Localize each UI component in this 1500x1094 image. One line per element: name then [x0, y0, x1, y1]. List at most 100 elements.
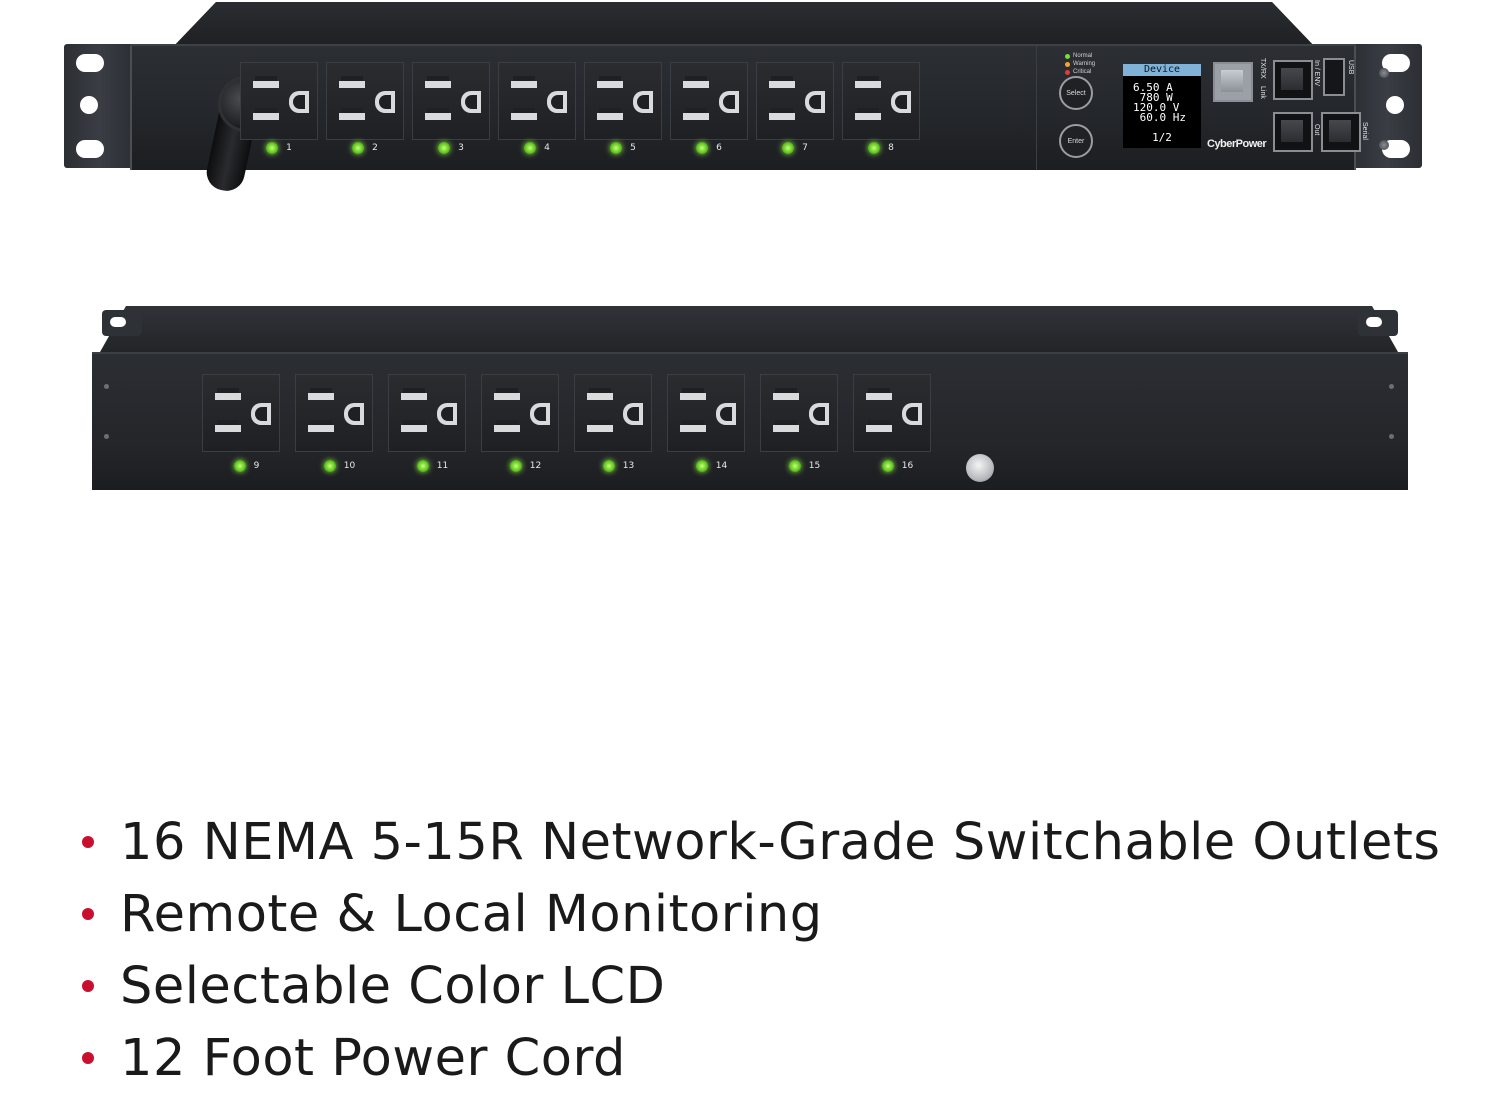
pdu-front-view: 1 2 3 4 5 6 7 8 Normal Warning Critical Select …	[64, 2, 1422, 195]
rack-tab-left	[102, 310, 142, 336]
rear-outlet-row	[202, 374, 931, 452]
serial-label: Serial	[1361, 122, 1368, 140]
outlet-slot	[623, 403, 643, 425]
outlet-led: 10	[293, 460, 386, 472]
outlet-led: 5	[580, 142, 666, 154]
lcd-header: Device	[1123, 64, 1201, 76]
link-label: Link	[1259, 86, 1266, 99]
mount-hole	[80, 96, 98, 114]
chassis-top	[100, 306, 1398, 352]
feature-item: Selectable Color LCD	[82, 950, 1440, 1022]
outlet-slot	[253, 108, 279, 120]
outlet-slot	[680, 388, 706, 400]
lcd-frequency: 60.0 Hz	[1133, 111, 1186, 124]
txrx-label: TX/RX	[1259, 58, 1266, 79]
outlet-number: 1	[286, 143, 292, 153]
bullet-icon	[82, 980, 94, 992]
faceplate-edge	[130, 46, 132, 170]
env-in-port[interactable]	[1273, 60, 1313, 100]
outlet-number: 7	[802, 143, 808, 153]
screw-dot	[104, 384, 109, 389]
outlet-slot	[425, 76, 451, 88]
outlet-slot	[769, 76, 795, 88]
bullet-icon	[82, 1052, 94, 1064]
outlet-receptacle	[760, 374, 838, 452]
outlet-receptacle	[842, 62, 920, 140]
outlet-number: 3	[458, 143, 464, 153]
outlet-slot	[215, 420, 241, 432]
outlet-slot	[587, 388, 613, 400]
outlet-number: 5	[630, 143, 636, 153]
screw-dot	[1389, 434, 1394, 439]
outlet-slot	[902, 403, 922, 425]
status-led-icon	[868, 142, 881, 154]
outlet-slot	[866, 420, 892, 432]
outlet-slot	[401, 388, 427, 400]
out-port[interactable]	[1273, 112, 1313, 152]
outlet-slot	[597, 76, 623, 88]
outlet-slot	[530, 403, 550, 425]
pdu-rear-view: 9 10 11 12 13 14 15 16	[92, 306, 1408, 492]
feature-text: 16 NEMA 5-15R Network-Grade Switchable O…	[120, 812, 1441, 872]
outlet-slot	[401, 420, 427, 432]
status-critical-label: Critical	[1073, 69, 1092, 75]
outlet-receptacle	[481, 374, 559, 452]
status-normal-label: Normal	[1073, 53, 1093, 59]
status-led-icon	[610, 142, 623, 154]
status-legend: Normal Warning Critical	[1065, 52, 1095, 76]
outlet-slot	[339, 108, 365, 120]
outlet-slot	[215, 388, 241, 400]
outlet-slot	[866, 388, 892, 400]
outlet-number: 4	[544, 143, 550, 153]
outlet-slot	[547, 91, 567, 113]
feature-text: 12 Foot Power Cord	[120, 1028, 626, 1088]
outlet-receptacle	[388, 374, 466, 452]
serial-port[interactable]	[1321, 112, 1361, 152]
outlet-slot	[289, 91, 309, 113]
mount-hole	[76, 140, 104, 158]
status-led-icon	[509, 460, 522, 472]
outlet-number: 9	[253, 461, 260, 471]
outlet-slot	[683, 76, 709, 88]
usb-port[interactable]	[1323, 58, 1345, 96]
outlet-slot	[375, 91, 395, 113]
outlet-receptacle	[574, 374, 652, 452]
outlet-number: 10	[343, 461, 356, 471]
outlet-number: 14	[715, 461, 728, 471]
outlet-slot	[437, 403, 457, 425]
outlet-slot	[683, 108, 709, 120]
lcd-display: Device 6.50 A 780 W 120.0 V 60.0 Hz 1/2	[1123, 64, 1201, 148]
outlet-slot	[855, 76, 881, 88]
feature-list: 16 NEMA 5-15R Network-Grade Switchable O…	[82, 806, 1440, 1094]
outlet-number: 11	[436, 461, 449, 471]
lcd-page-indicator: 1/2	[1152, 131, 1172, 144]
normal-led-icon	[1065, 53, 1070, 59]
status-warning: Warning	[1065, 60, 1095, 68]
status-led-icon	[788, 460, 801, 472]
outlet-slot	[773, 388, 799, 400]
outlet-slot	[253, 76, 279, 88]
outlet-receptacle	[412, 62, 490, 140]
critical-led-icon	[1065, 69, 1070, 75]
outlet-receptacle	[667, 374, 745, 452]
outlet-slot	[680, 420, 706, 432]
ground-screw-icon	[966, 454, 994, 482]
outlet-slot	[308, 420, 334, 432]
select-button[interactable]: Select	[1059, 76, 1093, 110]
brand-logo: CyberPower	[1207, 138, 1267, 150]
rack-tab-right	[1358, 310, 1398, 336]
outlet-led: 1	[236, 142, 322, 154]
outlet-led: 16	[851, 460, 944, 472]
outlet-led: 14	[665, 460, 758, 472]
feature-item: 12 Foot Power Cord	[82, 1022, 1440, 1094]
network-port[interactable]	[1213, 62, 1253, 102]
enter-button[interactable]: Enter	[1059, 124, 1093, 158]
rack-ear-left	[64, 44, 134, 168]
outlet-slot	[308, 388, 334, 400]
chassis-top	[170, 2, 1318, 50]
status-led-icon	[233, 460, 246, 472]
outlet-receptacle	[756, 62, 834, 140]
panel-screw	[1379, 140, 1389, 150]
screw-dot	[1389, 384, 1394, 389]
screw-dot	[104, 434, 109, 439]
